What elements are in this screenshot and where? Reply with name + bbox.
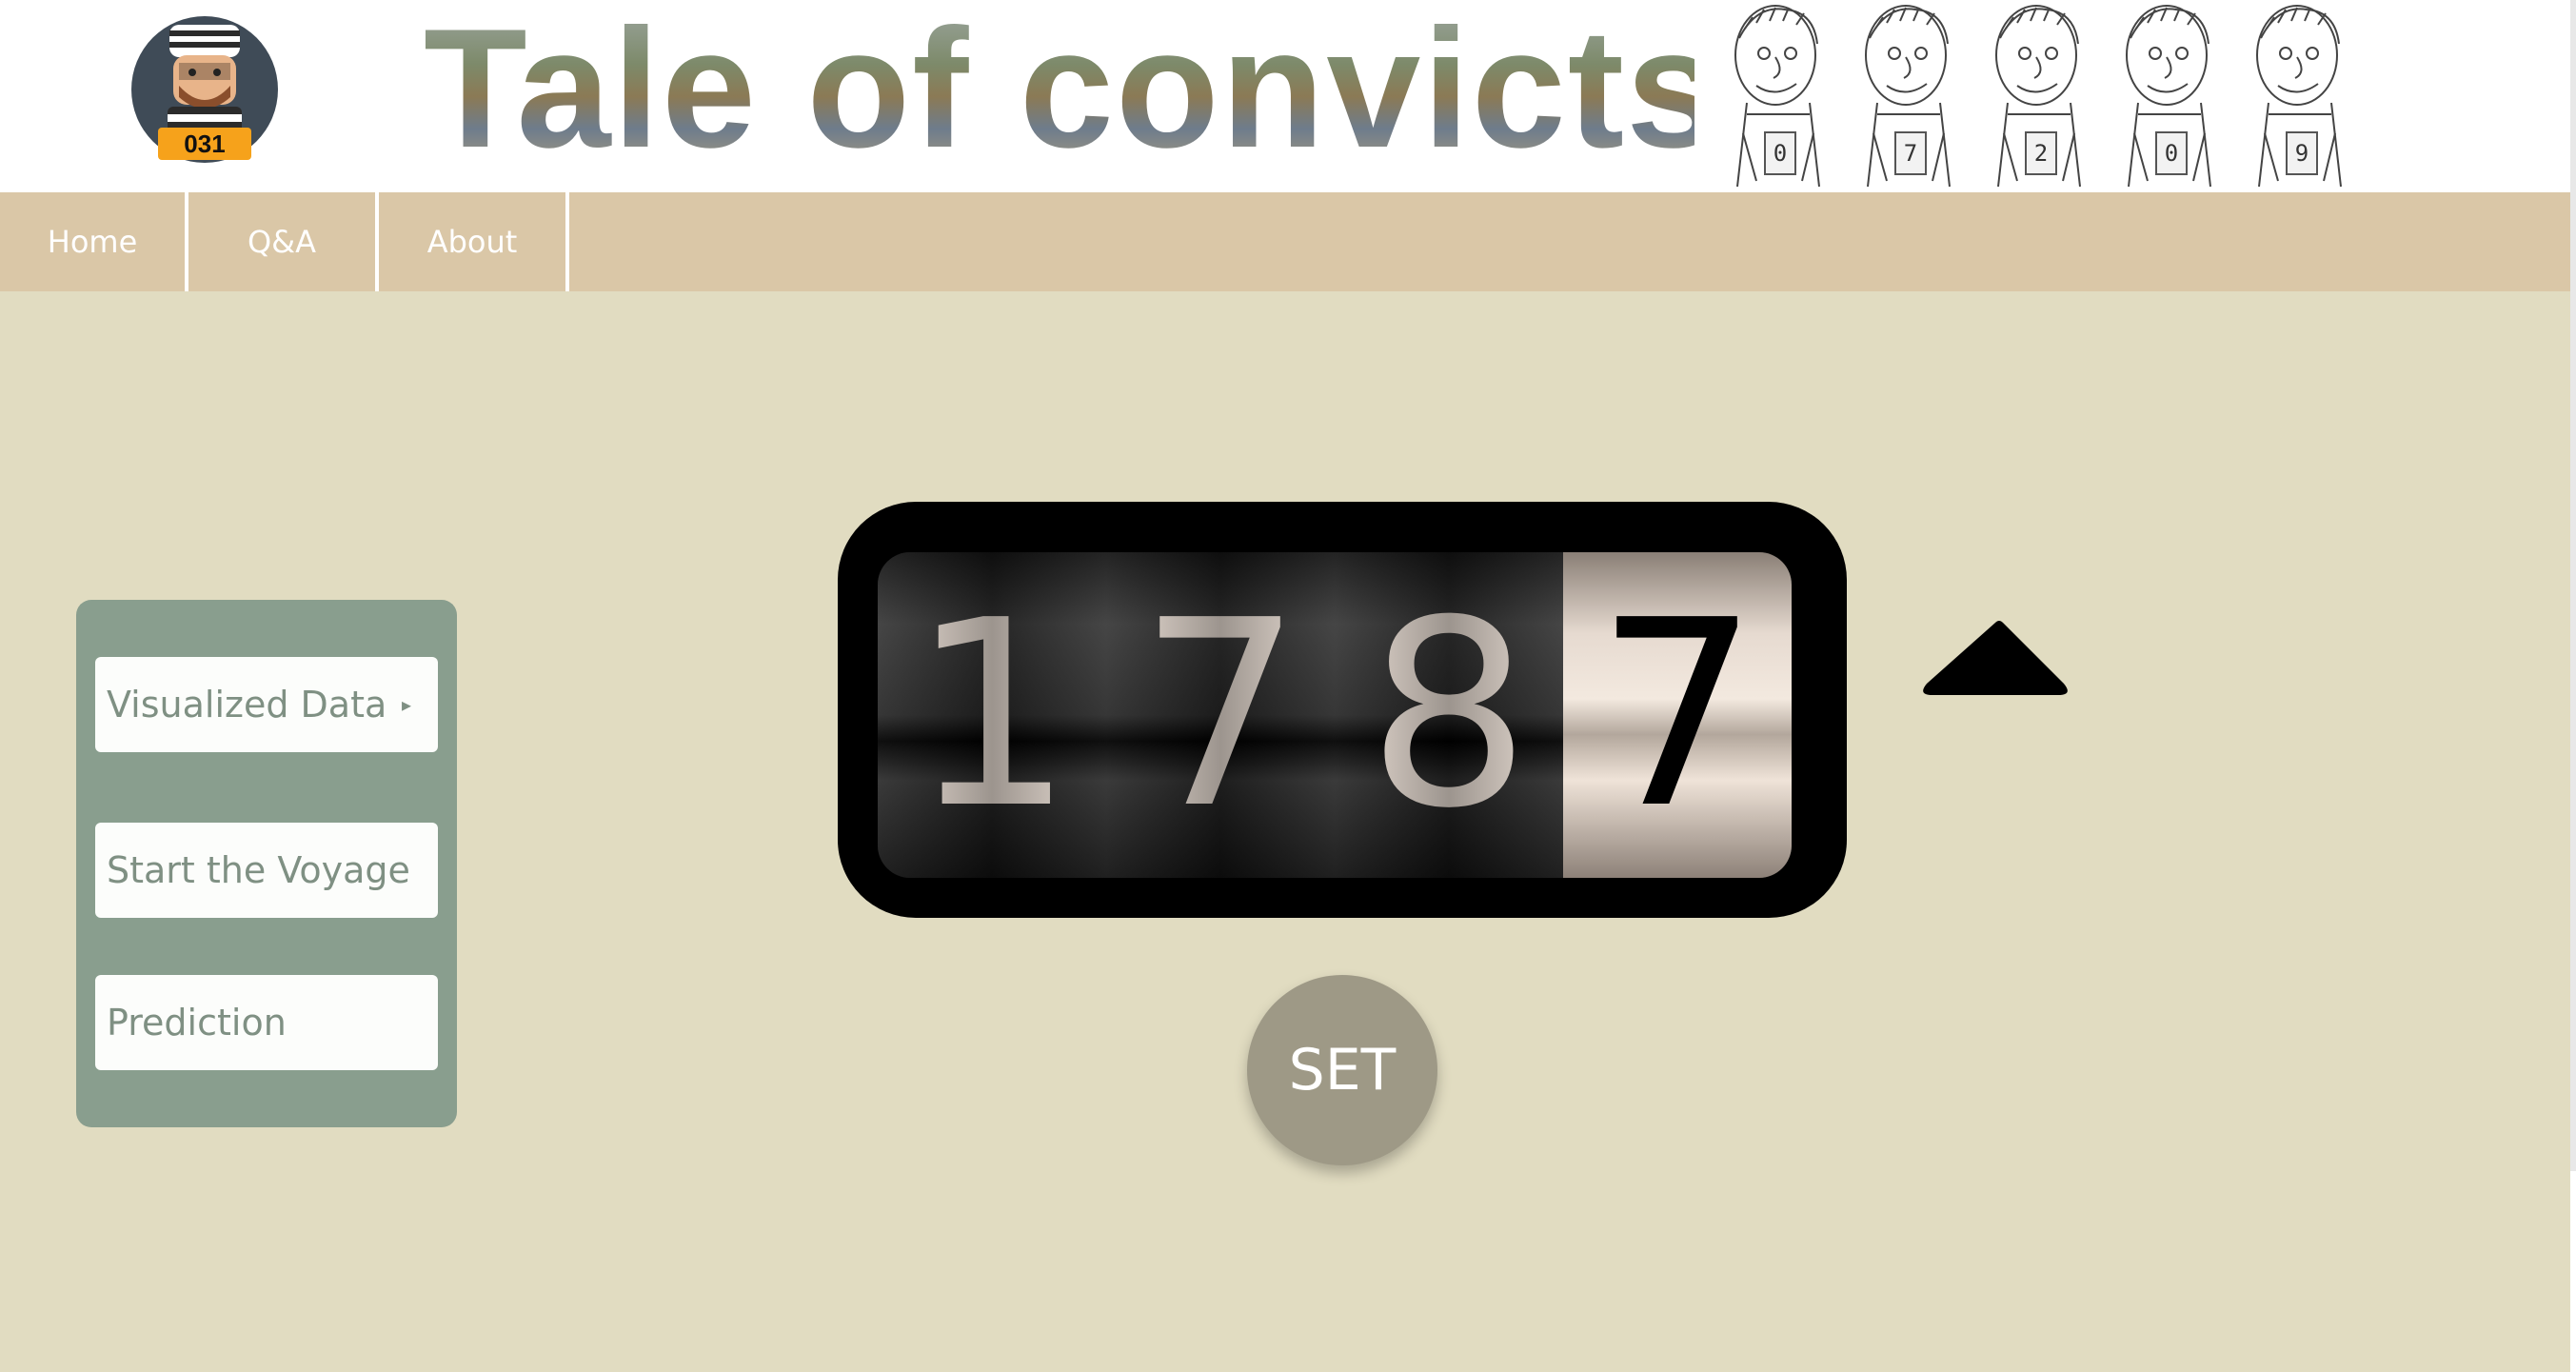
triangle-right-icon: ▸ (401, 693, 411, 716)
convict-sketch-icon: 0 (2110, 0, 2233, 189)
convict-tag-3: 2 (2025, 131, 2057, 175)
set-button[interactable]: SET (1247, 975, 1437, 1165)
nav-home[interactable]: Home (0, 192, 188, 291)
convict-tag-4: 0 (2155, 131, 2188, 175)
convict-sketch-icon: 0 (1718, 0, 1842, 189)
site-title: Tale of convicts (424, 0, 1723, 183)
convict-sketch-icon: 9 (2240, 0, 2364, 189)
sidebar-item-visualized-data[interactable]: Visualized Data ▸ (95, 657, 438, 752)
counter-digit-2[interactable]: 7 (1106, 552, 1335, 878)
convict-sketch-icon: 7 (1849, 0, 1972, 189)
counter-digit-1[interactable]: 1 (878, 552, 1106, 878)
counter-digit-4-selected[interactable]: 7 (1563, 552, 1792, 878)
page-scrollbar[interactable] (2570, 0, 2576, 1372)
logo-badge-text: 031 (184, 129, 225, 158)
sidebar-item-prediction[interactable]: Prediction (95, 975, 438, 1070)
convict-logo-icon: 031 (131, 16, 278, 163)
scrollbar-thumb[interactable] (2570, 0, 2576, 1171)
sidebar-item-label: Start the Voyage (107, 849, 410, 891)
counter-digit-3[interactable]: 8 (1335, 552, 1563, 878)
site-header: 031 Tale of convicts 0 7 2 0 9 (0, 0, 2576, 192)
sidebar-item-start-the-voyage[interactable]: Start the Voyage (95, 823, 438, 918)
convict-sketch-icon: 2 (1979, 0, 2103, 189)
sidebar-item-label: Visualized Data (107, 684, 387, 726)
convict-tag-1: 0 (1764, 131, 1796, 175)
nav-about[interactable]: About (379, 192, 569, 291)
main-navbar: Home Q&A About (0, 192, 2576, 291)
nav-qa[interactable]: Q&A (188, 192, 379, 291)
year-counter: 1 7 8 7 (838, 502, 1847, 918)
sidebar-item-label: Prediction (107, 1002, 287, 1044)
counter-digits: 1 7 8 7 (878, 552, 1792, 878)
convict-tag-2: 7 (1894, 131, 1927, 175)
triangle-up-icon[interactable] (1915, 613, 2075, 705)
sidebar-menu: Visualized Data ▸ Start the Voyage Predi… (76, 600, 457, 1127)
convict-tag-5: 9 (2286, 131, 2318, 175)
